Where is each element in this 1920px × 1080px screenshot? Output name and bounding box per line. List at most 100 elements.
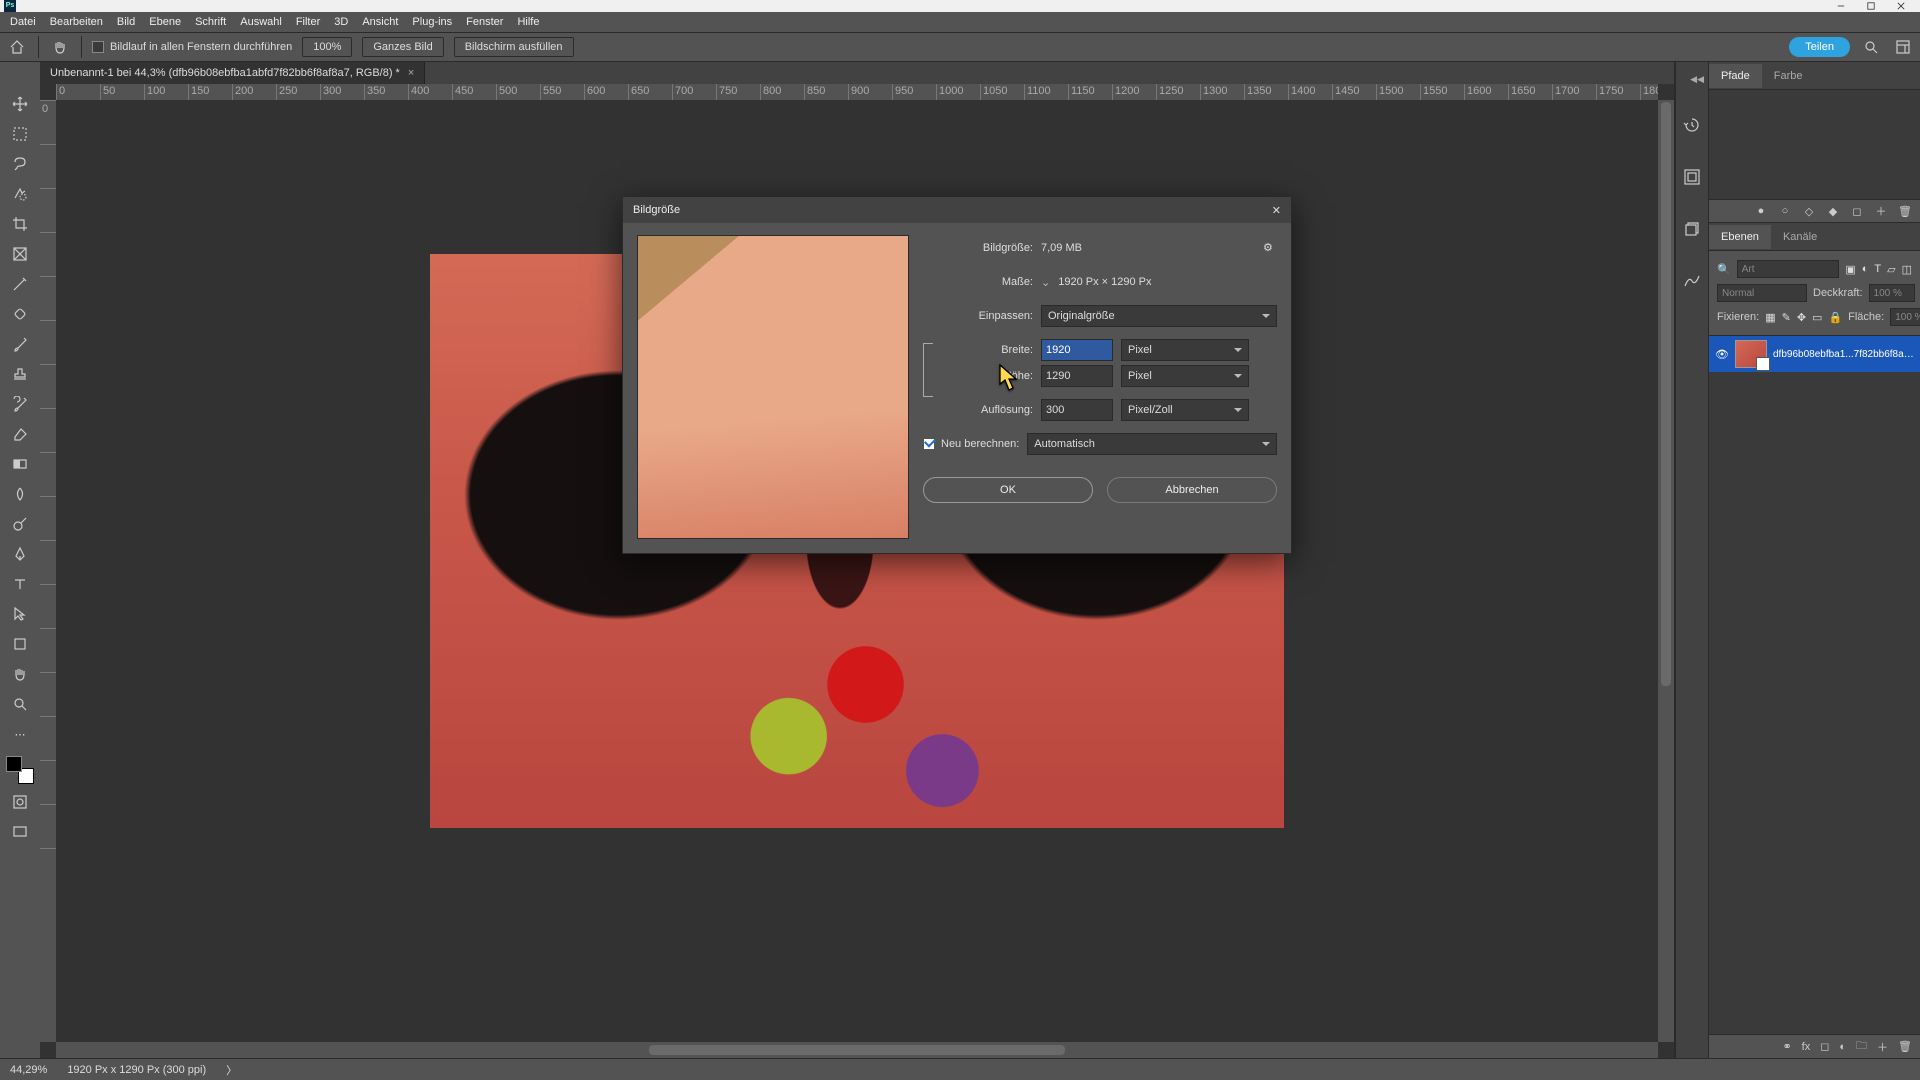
trash-icon[interactable]: 🗑: [1898, 204, 1912, 218]
move-tool-icon[interactable]: [8, 92, 32, 116]
fill-input[interactable]: 100 %: [1890, 308, 1920, 326]
adjustments-panel-icon[interactable]: [1680, 269, 1704, 293]
window-minimize-button[interactable]: [1826, 0, 1856, 12]
libraries-panel-icon[interactable]: [1680, 217, 1704, 241]
resolution-label[interactable]: Auflösung:: [923, 404, 1033, 416]
screenmode-icon[interactable]: [8, 820, 32, 844]
cancel-button[interactable]: Abbrechen: [1107, 477, 1277, 503]
filter-shape-icon[interactable]: ▱: [1887, 263, 1895, 276]
quick-select-tool-icon[interactable]: [8, 182, 32, 206]
lock-all-icon[interactable]: 🔒: [1828, 311, 1842, 324]
layer-style-icon[interactable]: fx: [1802, 1041, 1811, 1053]
height-input[interactable]: 1290: [1041, 365, 1113, 387]
filter-smart-icon[interactable]: ◫: [1902, 263, 1912, 276]
shape-tool-icon[interactable]: [8, 632, 32, 656]
pen-tool-icon[interactable]: [8, 542, 32, 566]
resolution-input[interactable]: 300: [1041, 399, 1113, 421]
window-close-button[interactable]: [1886, 0, 1916, 12]
hand-tool-icon[interactable]: [8, 662, 32, 686]
path-select-tool-icon[interactable]: [8, 602, 32, 626]
resample-method-select[interactable]: Automatisch: [1027, 433, 1277, 455]
quickmask-icon[interactable]: [8, 790, 32, 814]
fit-to-select[interactable]: Originalgröße: [1041, 305, 1277, 327]
constrain-aspect-icon[interactable]: [921, 343, 935, 397]
ok-button[interactable]: OK: [923, 477, 1093, 503]
menu-item[interactable]: Ansicht: [362, 16, 398, 28]
layer-thumbnail[interactable]: [1735, 340, 1767, 368]
search-icon[interactable]: 🔍: [1717, 263, 1731, 276]
filter-adjust-icon[interactable]: ◐: [1862, 263, 1869, 275]
menu-item[interactable]: Schrift: [195, 16, 226, 28]
collapse-arrow-icon[interactable]: ◀◀: [1690, 74, 1708, 85]
menu-item[interactable]: Datei: [10, 16, 36, 28]
width-label[interactable]: Breite:: [923, 344, 1033, 356]
chevron-down-icon[interactable]: ⌄: [1041, 276, 1050, 289]
zoom-100-button[interactable]: 100%: [302, 37, 352, 57]
menu-item[interactable]: Auswahl: [240, 16, 282, 28]
document-tab[interactable]: Unbenannt-1 bei 44,3% (dfb96b08ebfba1abf…: [40, 62, 425, 84]
visibility-icon[interactable]: 👁: [1715, 348, 1729, 361]
foreground-background-colors[interactable]: [6, 756, 34, 784]
eyedropper-tool-icon[interactable]: [8, 272, 32, 296]
new-path-icon[interactable]: ＋: [1874, 204, 1888, 218]
gear-icon[interactable]: ⚙: [1263, 241, 1277, 255]
document-info[interactable]: 1920 Px x 1290 Px (300 ppi): [67, 1064, 206, 1076]
type-tool-icon[interactable]: [8, 572, 32, 596]
menu-item[interactable]: Filter: [296, 16, 320, 28]
menu-item[interactable]: 3D: [334, 16, 348, 28]
brush-tool-icon[interactable]: [8, 332, 32, 356]
scroll-all-windows-checkbox[interactable]: Bildlauf in allen Fenstern durchführen: [92, 41, 292, 53]
tab-pfade[interactable]: Pfade: [1709, 64, 1762, 88]
tab-ebenen[interactable]: Ebenen: [1709, 225, 1771, 249]
lock-position-icon[interactable]: ✥: [1797, 311, 1806, 324]
selection-from-path-icon[interactable]: ◇: [1802, 204, 1816, 218]
lasso-tool-icon[interactable]: [8, 152, 32, 176]
new-layer-icon[interactable]: ＋: [1877, 1039, 1888, 1055]
stamp-tool-icon[interactable]: [8, 362, 32, 386]
height-label[interactable]: Höhe:: [923, 370, 1033, 382]
layer-mask-icon[interactable]: ◻: [1820, 1040, 1829, 1053]
layer-row[interactable]: 👁 dfb96b08ebfba1...7f82bb6f8af8a7: [1709, 336, 1920, 372]
close-tab-icon[interactable]: ×: [408, 67, 414, 79]
scrollbar-horizontal[interactable]: [56, 1042, 1658, 1058]
menu-item[interactable]: Bild: [117, 16, 135, 28]
path-from-selection-icon[interactable]: ◆: [1826, 204, 1840, 218]
lock-transparent-icon[interactable]: ▦: [1765, 311, 1775, 324]
filter-type-icon[interactable]: T: [1874, 263, 1881, 275]
layer-filter-select[interactable]: Art: [1737, 260, 1840, 278]
zoom-tool-icon[interactable]: [8, 692, 32, 716]
edit-toolbar-icon[interactable]: ⋯: [8, 722, 32, 746]
scrollbar-vertical[interactable]: [1658, 100, 1674, 1042]
layer-name[interactable]: dfb96b08ebfba1...7f82bb6f8af8a7: [1773, 349, 1914, 360]
share-button[interactable]: Teilen: [1789, 37, 1850, 57]
gradient-tool-icon[interactable]: [8, 452, 32, 476]
home-button[interactable]: [6, 36, 28, 58]
lock-artboard-icon[interactable]: ▭: [1812, 311, 1822, 324]
properties-panel-icon[interactable]: [1680, 165, 1704, 189]
width-unit-select[interactable]: Pixel: [1121, 339, 1249, 361]
window-maximize-button[interactable]: [1856, 0, 1886, 12]
trash-icon[interactable]: 🗑: [1898, 1040, 1912, 1053]
tab-kanaele[interactable]: Kanäle: [1771, 225, 1829, 249]
fit-screen-button[interactable]: Ganzes Bild: [362, 37, 443, 57]
stroke-path-icon[interactable]: ○: [1778, 204, 1792, 218]
zoom-level[interactable]: 44,29%: [10, 1064, 47, 1076]
history-brush-tool-icon[interactable]: [8, 392, 32, 416]
healing-tool-icon[interactable]: [8, 302, 32, 326]
group-icon[interactable]: 🗀: [1856, 1037, 1867, 1056]
blur-tool-icon[interactable]: [8, 482, 32, 506]
fill-screen-button[interactable]: Bildschirm ausfüllen: [454, 37, 574, 57]
menu-item[interactable]: Hilfe: [517, 16, 539, 28]
tab-farbe[interactable]: Farbe: [1762, 64, 1815, 88]
link-layers-icon[interactable]: ⚭: [1782, 1040, 1791, 1053]
menu-item[interactable]: Plug-ins: [412, 16, 452, 28]
menu-item[interactable]: Ebene: [149, 16, 181, 28]
dialog-titlebar[interactable]: Bildgröße ✕: [623, 197, 1291, 223]
width-input[interactable]: 1920: [1041, 339, 1113, 361]
resample-checkbox[interactable]: Neu berechnen:: [923, 438, 1019, 450]
blend-mode-select[interactable]: Normal: [1717, 284, 1807, 302]
scrollbar-thumb[interactable]: [649, 1045, 1066, 1055]
close-icon[interactable]: ✕: [1272, 204, 1281, 217]
opacity-input[interactable]: 100 %: [1869, 284, 1915, 302]
fill-path-icon[interactable]: ●: [1754, 204, 1768, 218]
